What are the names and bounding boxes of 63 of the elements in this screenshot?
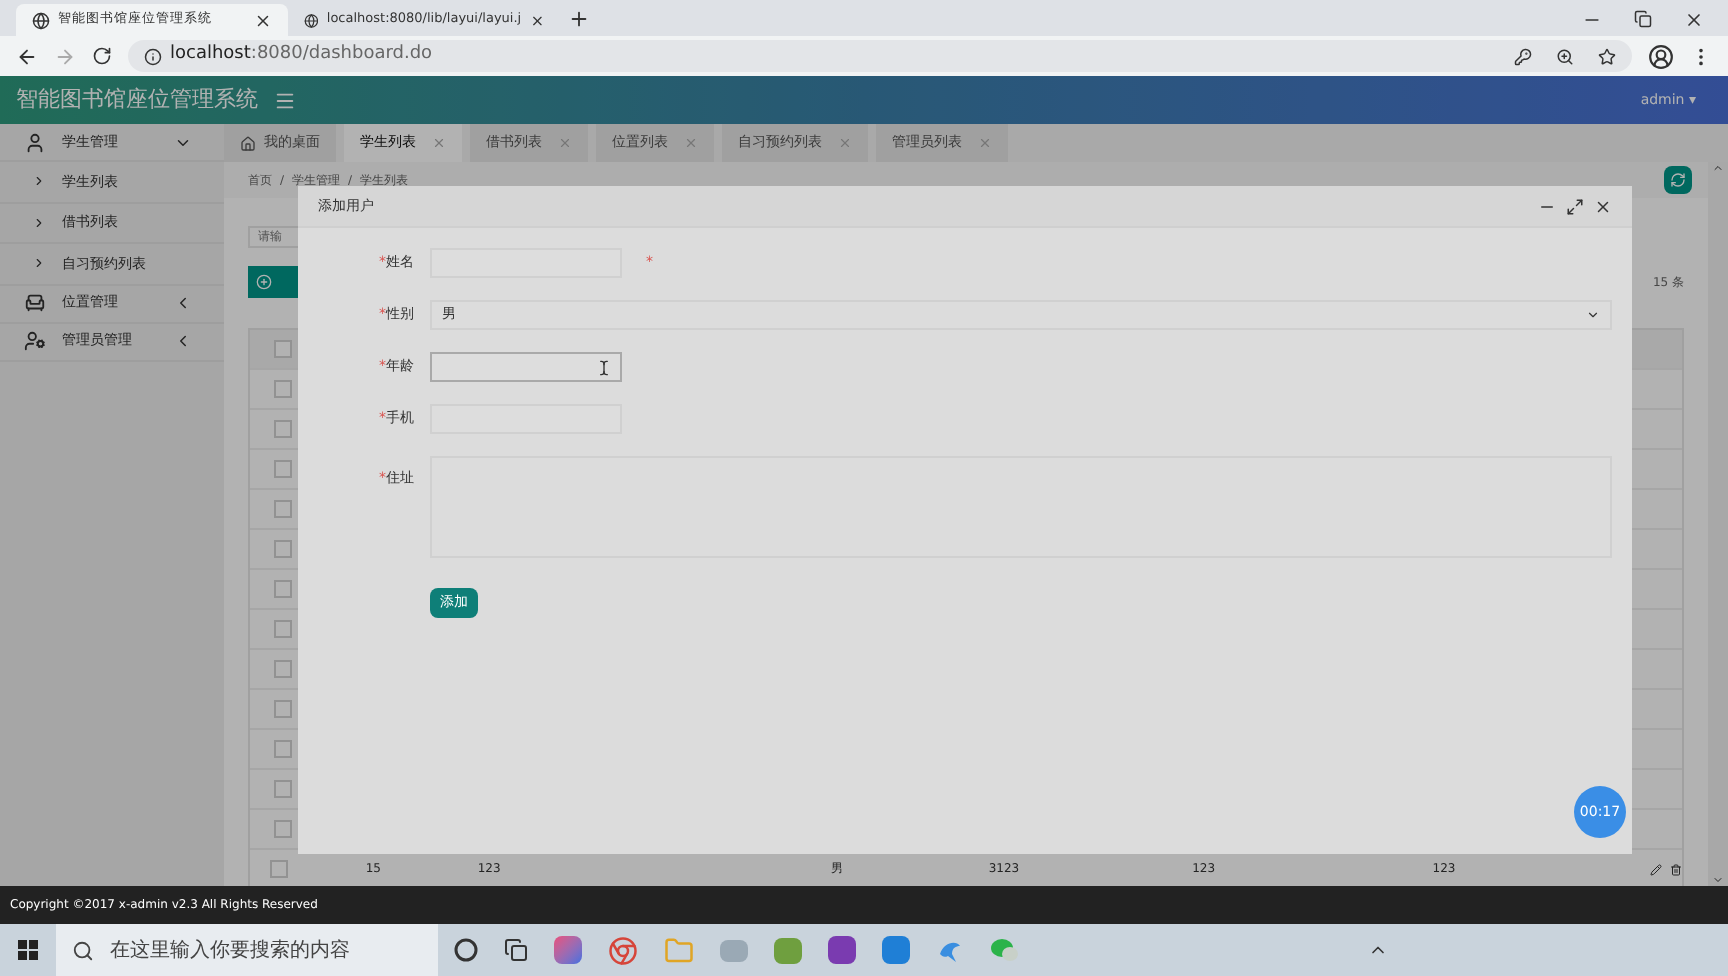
forward-icon[interactable] bbox=[54, 45, 76, 67]
app-icon[interactable] bbox=[828, 936, 856, 964]
row-checkbox[interactable] bbox=[273, 540, 291, 558]
close-icon[interactable] bbox=[1594, 197, 1612, 215]
browser-app-icon[interactable] bbox=[608, 935, 638, 965]
search-icon bbox=[72, 939, 94, 961]
chevron-right-icon bbox=[32, 174, 46, 189]
edit-icon[interactable] bbox=[1650, 863, 1662, 875]
input-field[interactable] bbox=[430, 352, 622, 382]
row-checkbox[interactable] bbox=[273, 620, 291, 638]
restore-icon[interactable] bbox=[1634, 10, 1652, 28]
scrollbar[interactable] bbox=[1708, 162, 1728, 886]
ide-app-icon[interactable] bbox=[554, 936, 582, 964]
user-icon bbox=[24, 131, 46, 153]
delete-icon[interactable] bbox=[1670, 863, 1682, 875]
chat-app-icon[interactable] bbox=[990, 938, 1018, 962]
star-icon[interactable] bbox=[1598, 47, 1616, 65]
chevron-right-icon bbox=[32, 256, 46, 271]
profile-icon[interactable] bbox=[1648, 43, 1674, 69]
row-checkbox[interactable] bbox=[273, 500, 291, 518]
back-icon[interactable] bbox=[16, 45, 38, 67]
close-icon[interactable] bbox=[1684, 10, 1704, 30]
chevron-left-icon bbox=[174, 332, 192, 350]
app-title: 智能图书馆座位管理系统 bbox=[16, 83, 258, 116]
folder-app-icon[interactable] bbox=[664, 935, 694, 965]
chevron-left-icon bbox=[174, 294, 192, 312]
reload-icon[interactable] bbox=[92, 46, 112, 66]
row-checkbox[interactable] bbox=[273, 580, 291, 598]
scroll-down-icon[interactable] bbox=[1712, 874, 1724, 886]
zoom-icon[interactable] bbox=[1556, 47, 1574, 65]
app-icon[interactable] bbox=[882, 936, 910, 964]
row-checkbox[interactable] bbox=[273, 660, 291, 678]
close-icon[interactable] bbox=[254, 11, 272, 29]
new-tab-icon[interactable] bbox=[568, 8, 590, 30]
row-checkbox[interactable] bbox=[273, 380, 291, 398]
globe-icon bbox=[32, 11, 50, 29]
app-icon[interactable] bbox=[774, 937, 802, 963]
scroll-up-icon[interactable] bbox=[1712, 162, 1724, 174]
taskbar-search-field[interactable]: 在这里输入你要搜索的内容 bbox=[56, 924, 438, 976]
chair-icon bbox=[24, 292, 46, 314]
refresh-button[interactable] bbox=[1664, 166, 1692, 194]
maximize-icon[interactable] bbox=[1566, 197, 1584, 215]
info-icon bbox=[144, 47, 162, 65]
close-icon[interactable] bbox=[529, 11, 544, 29]
caret-icon bbox=[1586, 308, 1600, 322]
row-checkbox[interactable] bbox=[273, 340, 291, 358]
text-cursor-icon bbox=[596, 359, 612, 375]
key-icon[interactable] bbox=[1514, 47, 1532, 65]
row-checkbox[interactable] bbox=[273, 740, 291, 758]
address-bar[interactable]: localhost:8080/dashboard.do bbox=[128, 40, 1632, 72]
row-checkbox[interactable] bbox=[273, 780, 291, 798]
plus-icon bbox=[256, 274, 272, 290]
row-checkbox[interactable] bbox=[270, 860, 289, 878]
row-checkbox[interactable] bbox=[273, 700, 291, 718]
globe-icon bbox=[304, 11, 319, 29]
home-icon bbox=[240, 135, 256, 151]
row-checkbox[interactable] bbox=[273, 820, 291, 838]
row-checkbox[interactable] bbox=[273, 460, 291, 478]
task-view-icon[interactable] bbox=[504, 938, 528, 962]
user-cog-icon bbox=[24, 330, 46, 352]
row-checkbox[interactable] bbox=[273, 420, 291, 438]
cortana-icon[interactable] bbox=[454, 938, 478, 962]
chevron-right-icon bbox=[32, 215, 46, 230]
